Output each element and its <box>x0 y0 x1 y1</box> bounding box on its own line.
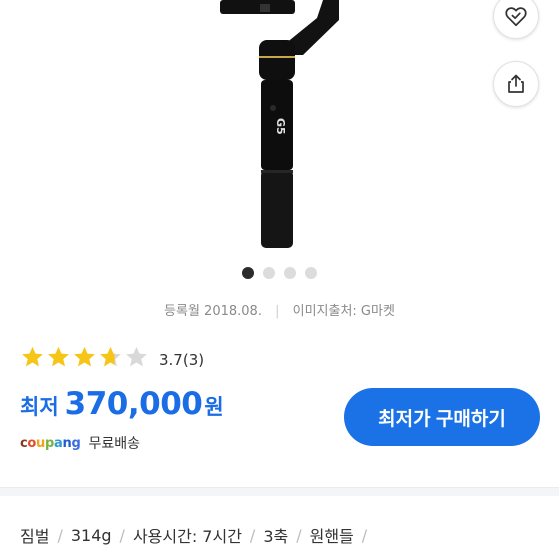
spec-divider: / <box>361 525 368 545</box>
registered-date: 등록월 2018.08. <box>164 304 262 319</box>
spec-item: 짐벌 <box>20 527 50 546</box>
coupang-logo: coupang <box>20 436 81 451</box>
image-source: 이미지출처: G마켓 <box>292 304 395 319</box>
star-icon <box>46 345 71 374</box>
pagination-dot[interactable] <box>305 267 317 279</box>
spec-divider: / <box>296 525 302 545</box>
meta-divider: | <box>275 304 280 319</box>
spec-divider: / <box>119 525 125 545</box>
spec-item: 원핸들 <box>309 527 354 546</box>
logo-letter: o <box>27 435 37 451</box>
logo-letter: g <box>71 435 81 451</box>
spec-list: 짐벌 / 314g / 사용시간: 7시간 / 3축 / 원핸들 / <box>20 523 375 547</box>
star-icon <box>72 345 97 374</box>
pagination-dot[interactable] <box>263 267 275 279</box>
pagination-dot[interactable] <box>242 267 254 279</box>
price-label: 최저 <box>20 395 59 419</box>
image-pagination <box>242 267 317 279</box>
gimbal-image: G5 <box>220 0 339 248</box>
rating-score: 3.7(3) <box>159 351 204 369</box>
spec-item: 사용시간: 7시간 <box>132 527 242 546</box>
star-rating <box>20 345 149 374</box>
wishlist-button[interactable] <box>493 0 539 39</box>
spec-divider: / <box>57 525 63 545</box>
star-icon <box>20 345 45 374</box>
shipping-info: 무료배송 <box>88 436 141 452</box>
lowest-price: 최저 370,000 원 <box>20 386 224 422</box>
logo-letter: a <box>54 435 63 451</box>
star-icon <box>124 345 149 374</box>
pagination-dot[interactable] <box>284 267 296 279</box>
product-meta: 등록월 2018.08. | 이미지출처: G마켓 <box>0 300 559 319</box>
share-button[interactable] <box>493 61 539 107</box>
rating[interactable]: 3.7(3) <box>20 345 204 374</box>
section-divider <box>0 487 559 496</box>
star-icon <box>98 345 123 374</box>
svg-text:G5: G5 <box>274 118 287 135</box>
spec-divider: / <box>249 525 256 545</box>
product-image[interactable]: G5 <box>0 0 559 290</box>
logo-letter: p <box>45 435 55 451</box>
logo-letter: u <box>36 435 46 451</box>
share-icon <box>508 74 524 93</box>
price-value: 370,000 <box>64 386 203 422</box>
seller-info[interactable]: coupang 무료배송 <box>20 433 140 453</box>
review-count: (3) <box>182 350 205 369</box>
spec-item: 314g <box>70 525 112 545</box>
rating-value: 3.7 <box>159 350 183 369</box>
buy-lowest-price-button[interactable]: 최저가 구매하기 <box>344 388 540 446</box>
price-unit: 원 <box>204 395 224 419</box>
heart-check-icon <box>505 7 527 27</box>
spec-item: 3축 <box>263 527 289 546</box>
